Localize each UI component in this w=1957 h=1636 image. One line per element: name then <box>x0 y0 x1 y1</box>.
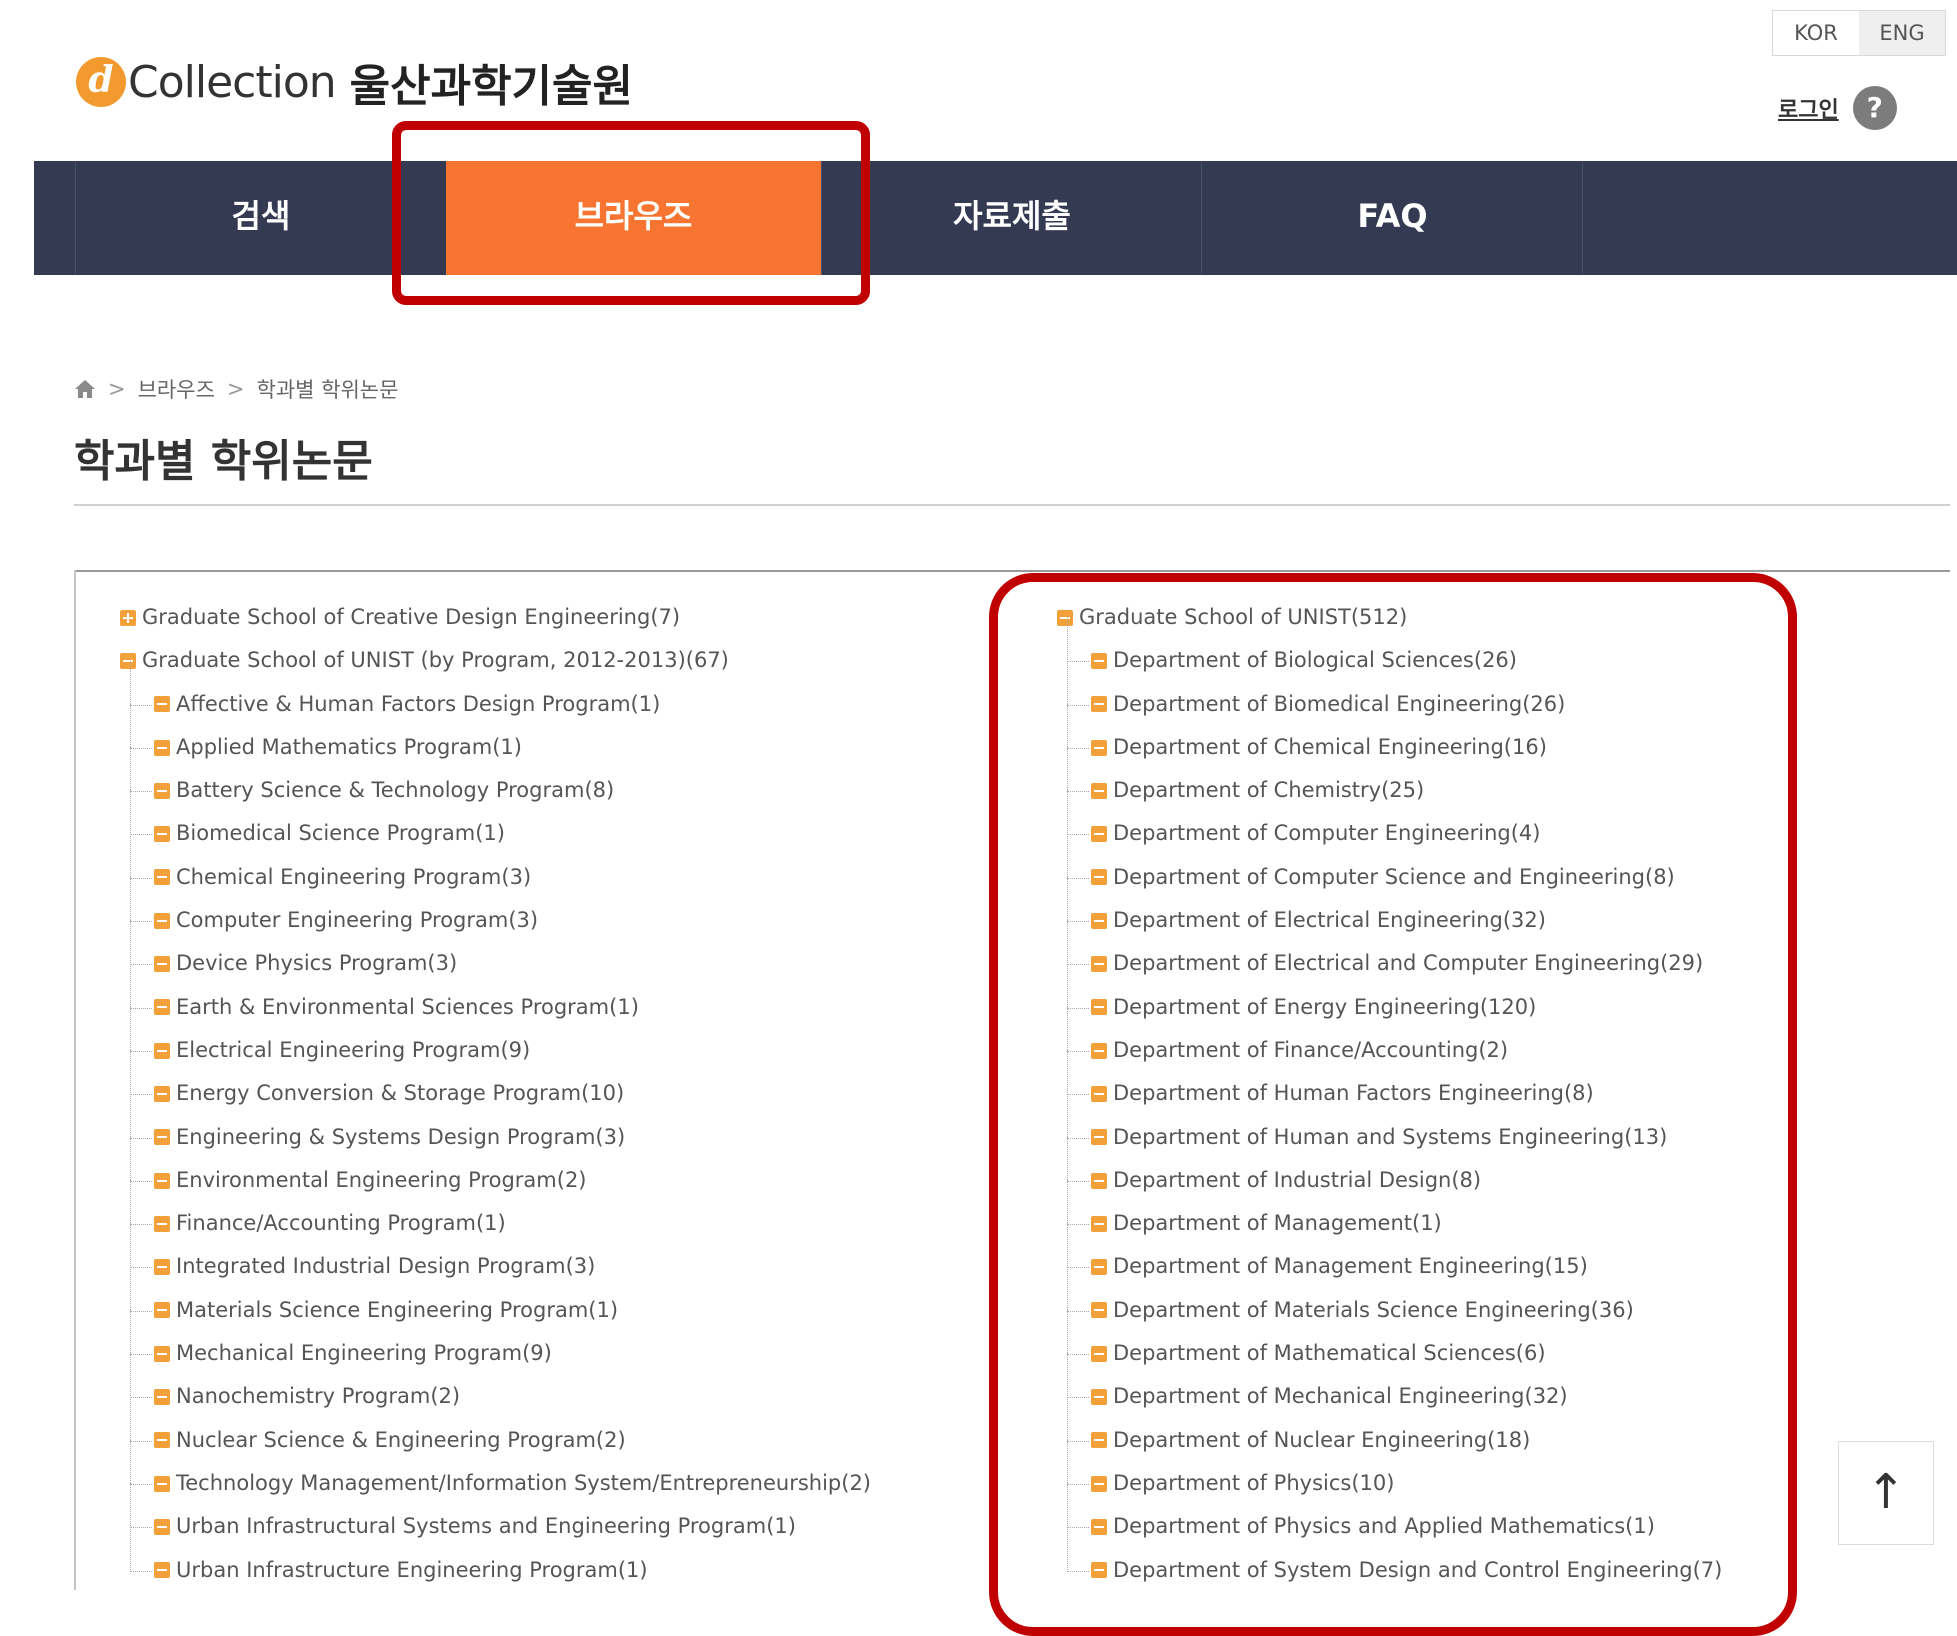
collapse-icon[interactable] <box>154 826 170 843</box>
help-icon[interactable]: ? <box>1852 86 1897 130</box>
nav-submit[interactable]: 자료제출 <box>821 161 1202 275</box>
tree-leaf-label[interactable]: Affective & Human Factors Design Program… <box>176 683 660 726</box>
collapse-icon[interactable] <box>154 869 170 886</box>
tree-leaf[interactable]: Mechanical Engineering Program(9) <box>120 1309 871 1375</box>
collapse-icon[interactable] <box>154 1562 170 1579</box>
tree-leaf[interactable]: Biomedical Science Program(1) <box>120 790 871 855</box>
collapse-icon[interactable] <box>154 956 170 973</box>
language-switch: KOR ENG <box>1772 10 1946 56</box>
breadcrumb-separator: > <box>108 377 126 401</box>
tree-leaf[interactable]: Nuclear Science & Engineering Program(2) <box>120 1396 871 1462</box>
tree-leaf-label[interactable]: Mechanical Engineering Program(9) <box>176 1332 552 1375</box>
collapse-icon[interactable] <box>154 1432 170 1449</box>
tree-leaf-label[interactable]: Materials Science Engineering Program(1) <box>176 1289 618 1332</box>
collapse-icon[interactable] <box>154 1475 170 1492</box>
tree-leaf-label[interactable]: Urban Infrastructural Systems and Engine… <box>176 1505 796 1548</box>
tree-leaf[interactable]: Earth & Environmental Sciences Program(1… <box>120 963 871 1029</box>
tree-node-label[interactable]: Graduate School of Creative Design Engin… <box>142 596 680 639</box>
tree-leaf-label[interactable]: Device Physics Program(3) <box>176 942 457 985</box>
tree-leaf-label[interactable]: Energy Conversion & Storage Program(10) <box>176 1072 624 1115</box>
tree-leaf-label[interactable]: Nanochemistry Program(2) <box>176 1375 460 1418</box>
tree-leaf[interactable]: Affective & Human Factors Design Program… <box>120 660 871 726</box>
tree-leaf[interactable]: Engineering & Systems Design Program(3) <box>120 1093 871 1159</box>
tree-leaf[interactable]: Battery Science & Technology Program(8) <box>120 747 871 812</box>
breadcrumb-browse[interactable]: 브라우즈 <box>138 374 215 404</box>
breadcrumb: > 브라우즈 > 학과별 학위논문 <box>74 374 398 404</box>
login-link[interactable]: 로그인 <box>1778 92 1839 124</box>
lang-kor-button[interactable]: KOR <box>1773 11 1859 55</box>
collapse-icon[interactable] <box>154 1215 170 1232</box>
breadcrumb-separator: > <box>226 377 245 401</box>
tree-leaf-label[interactable]: Nuclear Science & Engineering Program(2) <box>176 1419 626 1462</box>
tree-leaf-label[interactable]: Earth & Environmental Sciences Program(1… <box>176 986 639 1029</box>
tree-leaf[interactable]: Device Physics Program(3) <box>120 920 871 985</box>
tree-leaf-label[interactable]: Chemical Engineering Program(3) <box>176 856 531 899</box>
tree-leaf[interactable]: Nanochemistry Program(2) <box>120 1353 871 1418</box>
tree-leaf[interactable]: Urban Infrastructural Systems and Engine… <box>120 1483 871 1548</box>
tree-leaf-label[interactable]: Battery Science & Technology Program(8) <box>176 769 614 812</box>
tree-leaf[interactable]: Integrated Industrial Design Program(3) <box>120 1223 871 1288</box>
tree-leaf[interactable]: Electrical Engineering Program(9) <box>120 1006 871 1072</box>
tree-leaf-label[interactable]: Applied Mathematics Program(1) <box>176 726 522 769</box>
logo-collection-text: Collection <box>128 56 337 108</box>
tree-node-expanded[interactable]: Graduate School of UNIST (by Program, 20… <box>120 639 871 682</box>
nav-faq[interactable]: FAQ <box>1201 161 1583 275</box>
tree-leaf[interactable]: Technology Management/Information System… <box>120 1439 871 1505</box>
collapse-icon[interactable] <box>154 1172 170 1189</box>
main-nav: 검색 브라우즈 자료제출 FAQ <box>34 161 1957 275</box>
tree-leaf[interactable]: Energy Conversion & Storage Program(10) <box>120 1050 871 1115</box>
site-logo[interactable]: d Collection 울산과학기술원 <box>76 50 633 114</box>
tree-leaf[interactable]: Computer Engineering Program(3) <box>120 876 871 942</box>
tree-leaf-label[interactable]: Computer Engineering Program(3) <box>176 899 538 942</box>
arrow-up-icon: ↑ <box>1865 1464 1907 1520</box>
tree-leaf-label[interactable]: Biomedical Science Program(1) <box>176 812 505 855</box>
tree-leaf[interactable]: Environmental Engineering Program(2) <box>120 1136 871 1202</box>
tree-leaf-label[interactable]: Engineering & Systems Design Program(3) <box>176 1116 625 1159</box>
content-box-top-border <box>74 570 1950 572</box>
collapse-icon[interactable] <box>154 1259 170 1276</box>
collapse-icon[interactable] <box>154 1129 170 1146</box>
lang-eng-button[interactable]: ENG <box>1859 11 1945 55</box>
highlight-box-departments <box>989 573 1797 1636</box>
tree-leaf[interactable]: Materials Science Engineering Program(1) <box>120 1266 871 1332</box>
tree-leaf[interactable]: Finance/Accounting Program(1) <box>120 1180 871 1245</box>
collapse-icon[interactable] <box>154 912 170 929</box>
tree-leaf[interactable]: Urban Infrastructure Engineering Program… <box>120 1526 871 1592</box>
tree-leaf-label[interactable]: Finance/Accounting Program(1) <box>176 1202 506 1245</box>
home-icon[interactable] <box>74 379 96 399</box>
collapse-icon[interactable] <box>154 1042 170 1059</box>
dcollection-logo-icon: d <box>76 57 126 107</box>
collapse-icon[interactable] <box>154 1085 170 1102</box>
collapse-icon[interactable] <box>154 1518 170 1535</box>
title-divider <box>74 504 1950 506</box>
logo-institution-name: 울산과학기술원 <box>349 61 634 112</box>
tree-leaf[interactable]: Applied Mathematics Program(1) <box>120 703 871 769</box>
tree-leaf-label[interactable]: Environmental Engineering Program(2) <box>176 1159 587 1202</box>
tree-leaf-label[interactable]: Technology Management/Information System… <box>176 1462 871 1505</box>
nav-divider <box>1582 161 1583 275</box>
page-title: 학과별 학위논문 <box>74 436 373 487</box>
collapse-icon[interactable] <box>154 1302 170 1319</box>
highlight-box-nav <box>392 121 870 305</box>
collapse-icon[interactable] <box>154 696 170 713</box>
login-area: 로그인 ? <box>1778 86 1897 130</box>
nav-search[interactable]: 검색 <box>75 161 446 275</box>
content-box-left-border <box>74 570 76 1590</box>
tree-node-label[interactable]: Graduate School of UNIST (by Program, 20… <box>142 639 729 682</box>
collapse-icon[interactable] <box>154 999 170 1016</box>
tree-leaf-label[interactable]: Electrical Engineering Program(9) <box>176 1029 530 1072</box>
program-tree: Graduate School of Creative Design Engin… <box>120 596 871 1592</box>
collapse-icon[interactable] <box>154 782 170 799</box>
scroll-top-button[interactable]: ↑ <box>1838 1441 1934 1545</box>
collapse-icon[interactable] <box>120 652 136 669</box>
tree-leaf-label[interactable]: Integrated Industrial Design Program(3) <box>176 1245 595 1288</box>
collapse-icon[interactable] <box>154 739 170 756</box>
collapse-icon[interactable] <box>154 1345 170 1362</box>
expand-icon[interactable] <box>120 609 136 626</box>
tree-node-collapsed[interactable]: Graduate School of Creative Design Engin… <box>120 596 871 639</box>
tree-leaf[interactable]: Chemical Engineering Program(3) <box>120 833 871 899</box>
collapse-icon[interactable] <box>154 1388 170 1405</box>
breadcrumb-current: 학과별 학위논문 <box>256 378 399 402</box>
tree-leaf-label[interactable]: Urban Infrastructure Engineering Program… <box>176 1549 648 1592</box>
